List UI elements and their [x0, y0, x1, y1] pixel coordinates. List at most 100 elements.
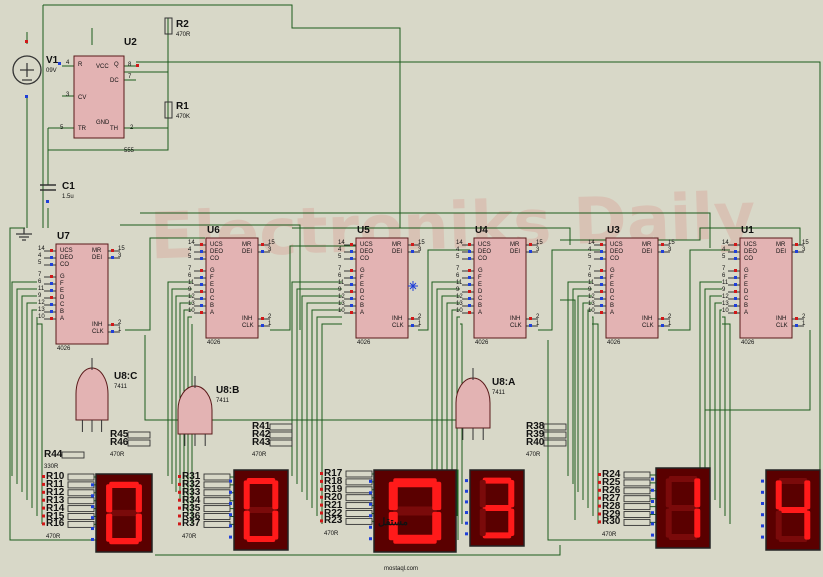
counter-pin-number: 12	[456, 294, 463, 300]
counter-pin	[468, 269, 471, 272]
resistor-icon[interactable]	[164, 17, 173, 35]
resistor-icon[interactable]	[543, 431, 567, 439]
counter-pin-label: E	[610, 282, 615, 288]
resistor-icon[interactable]	[345, 502, 373, 510]
counter-pin	[468, 304, 471, 307]
counter-pin	[734, 290, 737, 293]
resistor-icon[interactable]	[623, 511, 651, 518]
timer-ref: U2	[124, 37, 137, 48]
resistor-bank-value: 470R	[46, 534, 61, 540]
display-pin	[651, 533, 654, 537]
segment-c	[135, 513, 142, 542]
resistor-icon[interactable]	[345, 517, 373, 525]
counter-pin-label: DEI	[776, 249, 787, 255]
resistor-pin	[178, 506, 181, 510]
resistor-icon[interactable]	[623, 495, 651, 503]
resistor-icon[interactable]	[543, 439, 567, 447]
resistor-icon[interactable]	[269, 439, 293, 447]
and-gate[interactable]	[75, 367, 109, 421]
counter-pin	[734, 243, 737, 246]
counter-pin-number: 13	[722, 301, 729, 307]
resistor-icon[interactable]	[164, 101, 173, 119]
resistor-icon[interactable]	[67, 520, 95, 528]
resistor-icon[interactable]	[67, 497, 95, 505]
counter-pin-label: DEI	[510, 249, 521, 255]
resistor-icon[interactable]	[67, 481, 95, 489]
counter-pin-label: MR	[642, 242, 652, 248]
resistor-icon[interactable]	[345, 486, 373, 494]
resistor-icon[interactable]	[127, 439, 151, 447]
segment-f	[106, 484, 113, 513]
resistor-icon[interactable]	[345, 470, 373, 478]
segment-d	[482, 532, 512, 539]
resistor-bank-value: 470R	[602, 532, 617, 538]
resistor-icon[interactable]	[543, 423, 567, 431]
resistor-icon[interactable]	[203, 505, 231, 513]
counter-pin-number: 6	[588, 273, 592, 279]
resistor-icon[interactable]	[67, 513, 95, 520]
counter-pin	[600, 297, 603, 300]
segment-d	[109, 538, 139, 545]
and-gate[interactable]	[455, 377, 491, 429]
counter-pin-label: UCS	[360, 242, 373, 248]
timer-pin-number: 2	[130, 125, 134, 131]
display-pin	[369, 525, 372, 529]
counter-pin-label: A	[610, 310, 615, 316]
resistor-icon[interactable]	[67, 489, 95, 497]
counter-pin	[600, 283, 603, 286]
resistor-icon[interactable]	[623, 503, 651, 511]
segment-e	[479, 508, 486, 536]
resistor-icon[interactable]	[67, 473, 95, 481]
timer-pin	[58, 62, 61, 65]
resistor-pin	[598, 504, 601, 508]
display-pin	[761, 502, 764, 505]
schematic-canvas[interactable]: Electroniks Daily V1 09V U2 555 R Q VCC DC CV TR G…	[0, 0, 823, 577]
segment-c	[432, 511, 442, 541]
resistor-icon[interactable]	[345, 494, 373, 502]
resistor-icon[interactable]	[61, 451, 85, 459]
resistor-icon[interactable]	[345, 478, 373, 486]
r1-value: 470K	[176, 114, 191, 120]
counter-pin-number: 3	[268, 247, 272, 253]
resistor-icon[interactable]	[203, 473, 231, 481]
resistor-icon[interactable]	[623, 479, 651, 487]
and-gate[interactable]	[177, 385, 213, 435]
segment-b	[694, 478, 701, 508]
resistor-icon[interactable]	[269, 431, 293, 439]
counter-pin-label: F	[610, 275, 614, 281]
resistor-icon[interactable]	[203, 497, 231, 505]
resistor-icon[interactable]	[203, 520, 231, 528]
counter-pin-number: 6	[456, 273, 460, 279]
counter-pin-number: 10	[456, 308, 463, 314]
display-pin	[229, 479, 232, 483]
counter-pin-label: CO	[478, 256, 487, 262]
resistor-icon[interactable]	[203, 481, 231, 489]
resistor-icon[interactable]	[269, 423, 293, 431]
resistor-icon[interactable]	[623, 471, 651, 479]
segment-c	[272, 510, 279, 540]
counter-pin	[50, 310, 53, 313]
resistor-icon[interactable]	[623, 487, 651, 495]
counter-pin-number: 12	[722, 294, 729, 300]
counter-pin-label: E	[210, 282, 215, 288]
counter-pin-number: 13	[188, 301, 195, 307]
resistor-icon[interactable]	[345, 510, 373, 517]
gate-part: 7411	[216, 398, 229, 404]
counter-pin	[468, 243, 471, 246]
resistor-icon[interactable]	[203, 489, 231, 497]
c1-pin	[46, 200, 49, 203]
counter-pin-label: CLK	[392, 323, 404, 329]
counter-pin	[600, 257, 603, 260]
probe-cursor-icon[interactable]	[408, 281, 418, 291]
resistor-icon[interactable]	[67, 505, 95, 513]
segment-a	[109, 481, 139, 488]
segment-e	[665, 508, 672, 538]
resistor-icon[interactable]	[203, 513, 231, 520]
counter-pin	[468, 290, 471, 293]
resistor-icon[interactable]	[623, 518, 651, 526]
counter-pin-label: G	[210, 268, 215, 274]
timer-pin-number: 7	[128, 74, 132, 80]
resistor-icon[interactable]	[127, 431, 151, 439]
resistor-pin	[598, 473, 601, 476]
counter-pin-label: F	[478, 275, 482, 281]
